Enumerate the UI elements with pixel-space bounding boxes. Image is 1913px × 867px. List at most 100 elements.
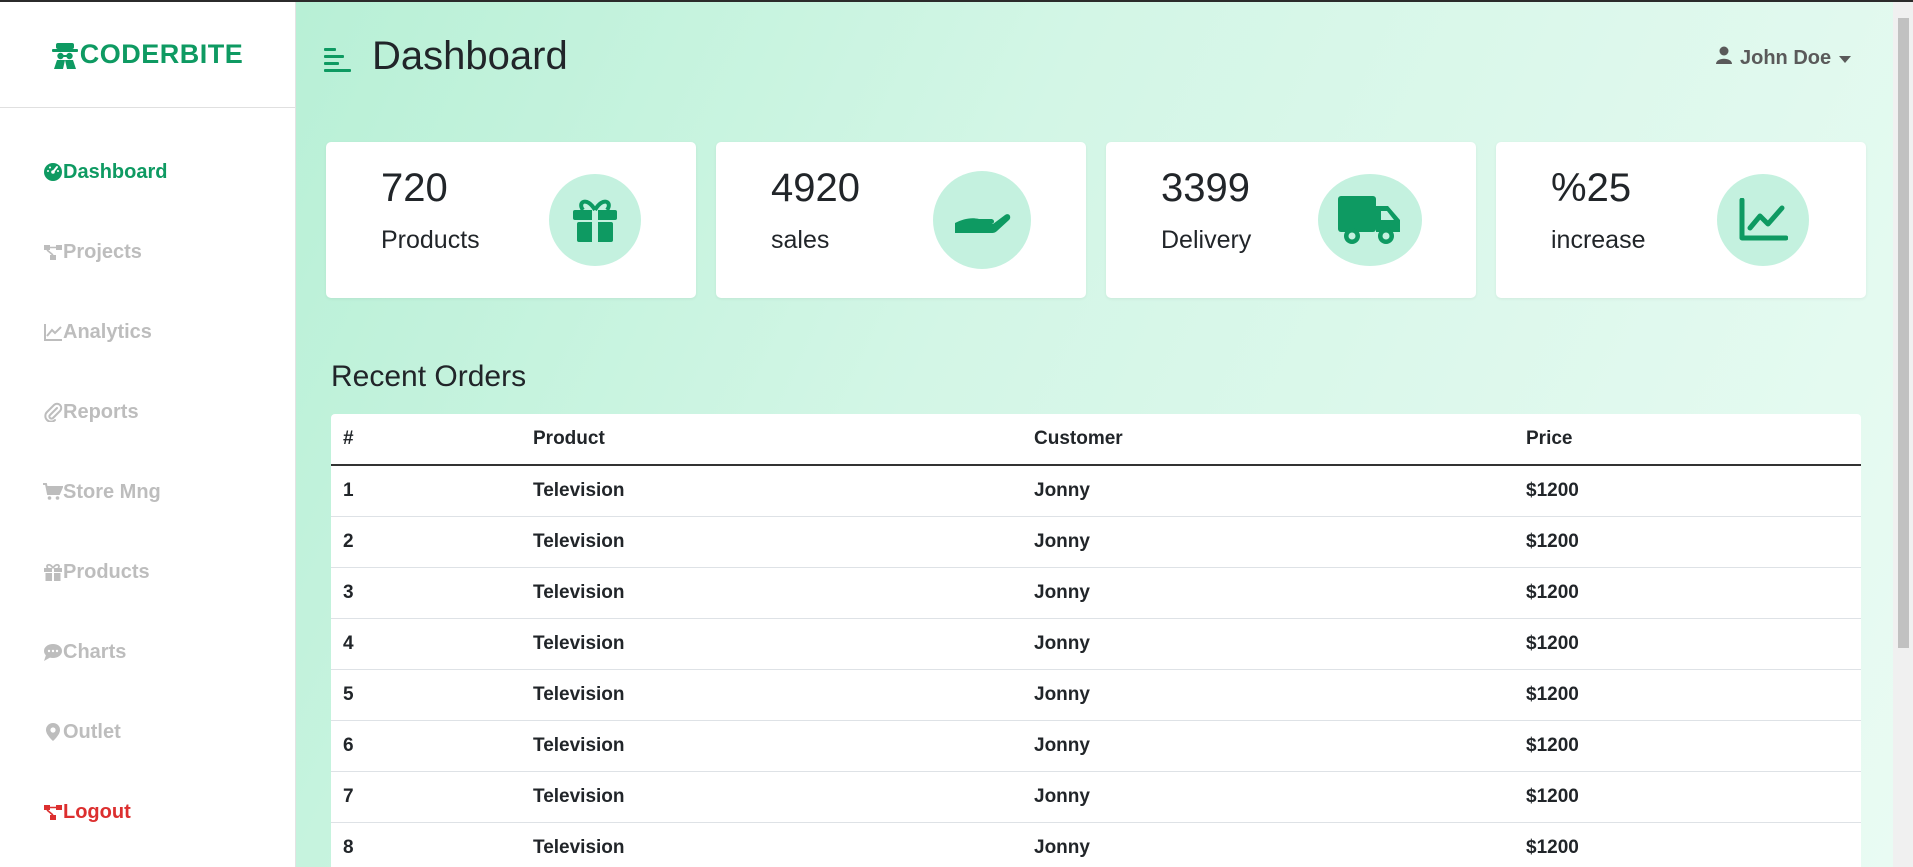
cell-number: 3 — [331, 567, 521, 619]
menu-toggle-icon[interactable] — [324, 46, 354, 76]
cell-product: Television — [521, 822, 1022, 867]
cell-product: Television — [521, 669, 1022, 721]
table-row[interactable]: 5 Television Jonny $1200 — [331, 669, 1861, 721]
sidebar-item-reports[interactable]: Reports — [0, 372, 295, 452]
gift-icon — [43, 562, 63, 582]
sidebar-item-charts[interactable]: Charts — [0, 612, 295, 692]
line-chart-icon — [1717, 174, 1809, 266]
stat-card-increase: %25 increase — [1496, 142, 1866, 298]
table-row[interactable]: 4 Television Jonny $1200 — [331, 618, 1861, 670]
sidebar-item-store-mng[interactable]: Store Mng — [0, 452, 295, 532]
brand-name: CODERBITE — [79, 39, 244, 69]
table-row[interactable]: 8 Television Jonny $1200 — [331, 822, 1861, 867]
main-content: Dashboard John Doe 720 Products 4920 sal… — [296, 2, 1893, 867]
vertical-scrollbar[interactable] — [1893, 2, 1913, 867]
column-header-product[interactable]: Product — [521, 414, 1022, 466]
cell-number: 4 — [331, 618, 521, 670]
cell-customer: Jonny — [1022, 720, 1514, 772]
cell-price: $1200 — [1514, 669, 1861, 721]
cell-customer: Jonny — [1022, 822, 1514, 867]
sidebar-item-label: Charts — [63, 640, 127, 663]
user-menu[interactable]: John Doe — [1716, 46, 1852, 70]
cell-number: 6 — [331, 720, 521, 772]
column-header-number[interactable]: # — [331, 414, 521, 466]
scrollbar-thumb[interactable] — [1898, 18, 1909, 648]
stat-card-delivery: 3399 Delivery — [1106, 142, 1476, 298]
column-header-price[interactable]: Price — [1514, 414, 1861, 466]
stat-label: Delivery — [1161, 226, 1252, 254]
cell-number: 7 — [331, 771, 521, 823]
stat-card-sales: 4920 sales — [716, 142, 1086, 298]
stat-label: Products — [381, 226, 480, 254]
stat-cards: 720 Products 4920 sales 3399 Delivery %2… — [326, 142, 1866, 298]
cell-price: $1200 — [1514, 771, 1861, 823]
analytics-chart-icon — [43, 322, 63, 342]
top-bar: Dashboard John Doe — [296, 2, 1893, 117]
recent-orders-table: # Product Customer Price 1 Television Jo… — [331, 414, 1861, 867]
sidebar-item-label: Outlet — [63, 720, 121, 743]
stat-value: 720 — [381, 166, 448, 210]
sidebar-item-label: Reports — [63, 400, 139, 423]
stat-value: 4920 — [771, 166, 860, 210]
sidebar-item-label: Store Mng — [63, 480, 161, 503]
cell-product: Television — [521, 465, 1022, 517]
cell-price: $1200 — [1514, 618, 1861, 670]
sidebar-item-label: Products — [63, 560, 150, 583]
cell-product: Television — [521, 720, 1022, 772]
table-row[interactable]: 1 Television Jonny $1200 — [331, 465, 1861, 517]
user-name: John Doe — [1740, 46, 1832, 69]
sidebar-item-outlet[interactable]: Outlet — [0, 692, 295, 772]
cell-price: $1200 — [1514, 720, 1861, 772]
table-row[interactable]: 7 Television Jonny $1200 — [331, 771, 1861, 823]
gift-icon — [549, 174, 641, 266]
table-header-row: # Product Customer Price — [331, 414, 1861, 466]
stat-value: 3399 — [1161, 166, 1250, 210]
column-header-customer[interactable]: Customer — [1022, 414, 1514, 466]
sidebar-item-analytics[interactable]: Analytics — [0, 292, 295, 372]
sidebar-item-label: Dashboard — [63, 160, 168, 183]
cell-price: $1200 — [1514, 465, 1861, 517]
recent-orders-title: Recent Orders — [331, 360, 527, 393]
chat-bubble-icon — [43, 642, 63, 662]
sidebar-item-label: Logout — [63, 800, 131, 823]
stat-value: %25 — [1551, 166, 1632, 210]
stat-card-products: 720 Products — [326, 142, 696, 298]
page-title: Dashboard — [372, 34, 568, 78]
projects-diagram-icon — [43, 242, 63, 262]
sidebar-item-products[interactable]: Products — [0, 532, 295, 612]
cell-product: Television — [521, 567, 1022, 619]
cell-product: Television — [521, 618, 1022, 670]
shopping-cart-icon — [43, 482, 63, 502]
cell-customer: Jonny — [1022, 567, 1514, 619]
cell-price: $1200 — [1514, 516, 1861, 568]
cell-number: 8 — [331, 822, 521, 867]
sidebar-item-projects[interactable]: Projects — [0, 212, 295, 292]
cell-product: Television — [521, 516, 1022, 568]
cell-customer: Jonny — [1022, 771, 1514, 823]
cell-customer: Jonny — [1022, 669, 1514, 721]
sidebar-item-label: Projects — [63, 240, 142, 263]
cell-customer: Jonny — [1022, 465, 1514, 517]
dashboard-gauge-icon — [43, 162, 63, 182]
sidebar-item-logout[interactable]: Logout — [0, 772, 295, 852]
cell-customer: Jonny — [1022, 516, 1514, 568]
logout-diagram-icon — [43, 802, 63, 822]
table-row[interactable]: 2 Television Jonny $1200 — [331, 516, 1861, 568]
cell-product: Television — [521, 771, 1022, 823]
hand-holding-icon — [933, 171, 1031, 269]
spy-logo-icon — [51, 42, 78, 69]
sidebar-nav: Dashboard Projects Analytics Reports Sto… — [0, 132, 295, 852]
table-row[interactable]: 6 Television Jonny $1200 — [331, 720, 1861, 772]
cell-customer: Jonny — [1022, 618, 1514, 670]
cell-number: 5 — [331, 669, 521, 721]
stat-label: increase — [1551, 226, 1646, 254]
table-row[interactable]: 3 Television Jonny $1200 — [331, 567, 1861, 619]
map-pin-icon — [43, 722, 63, 742]
brand-logo[interactable]: CODERBITE — [0, 2, 295, 108]
sidebar-item-label: Analytics — [63, 320, 152, 343]
cell-number: 2 — [331, 516, 521, 568]
sidebar-item-dashboard[interactable]: Dashboard — [0, 132, 295, 212]
sidebar: CODERBITE Dashboard Projects Analytics R… — [0, 2, 296, 867]
user-icon — [1716, 46, 1732, 70]
cell-price: $1200 — [1514, 567, 1861, 619]
